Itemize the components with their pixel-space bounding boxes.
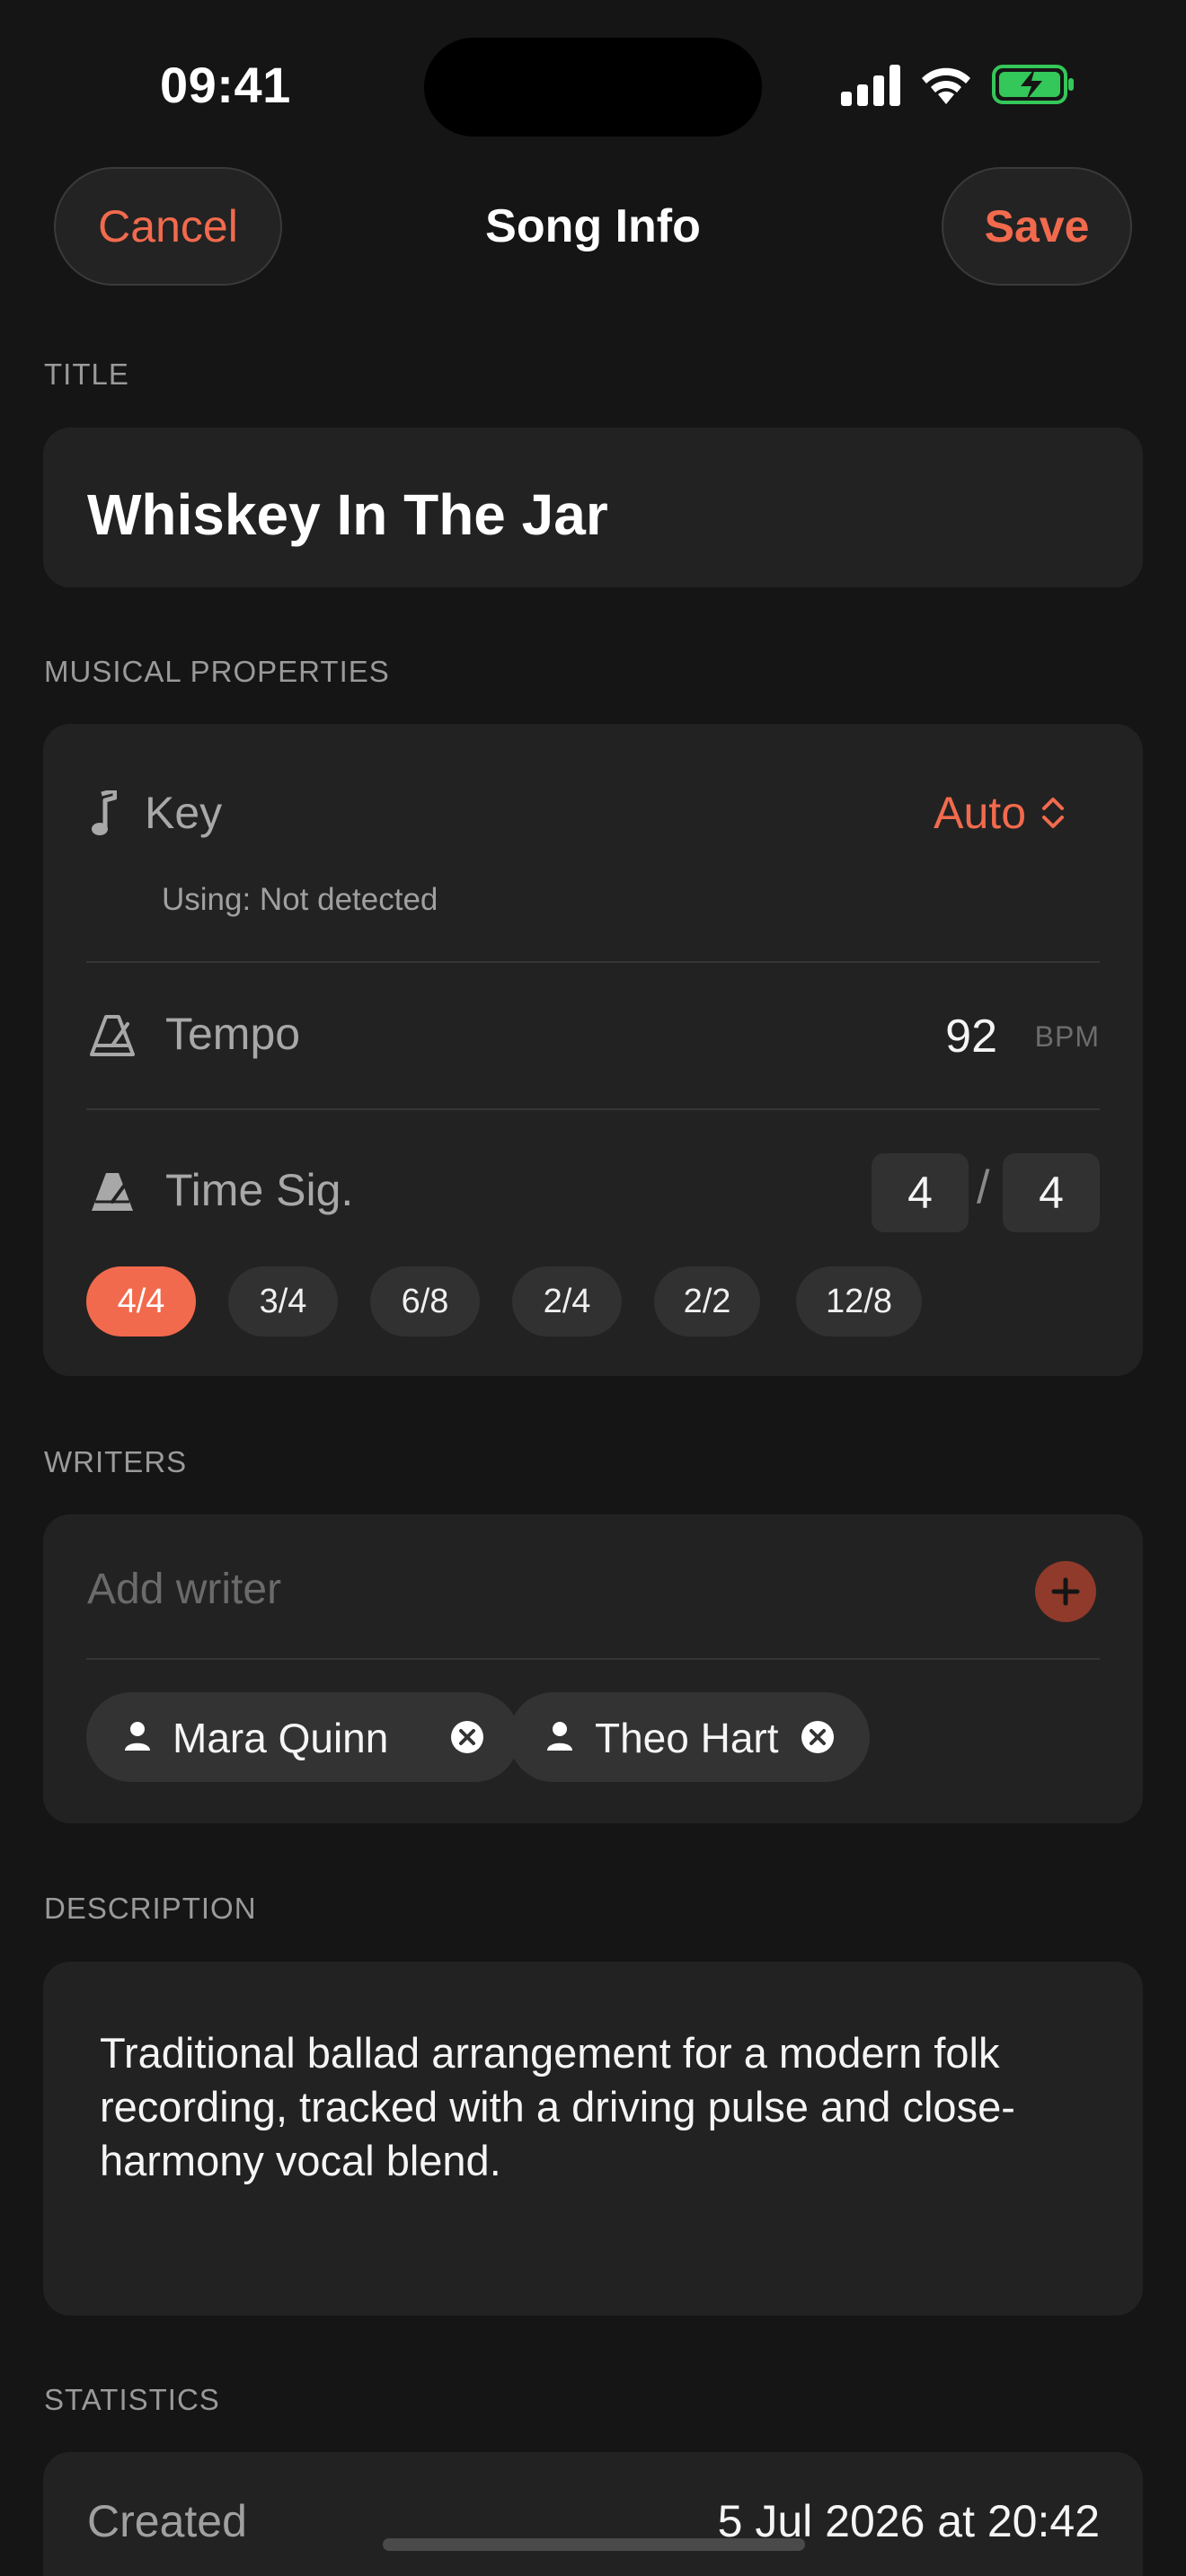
battery-charging-icon — [992, 65, 1074, 104]
tempo-label: Tempo — [165, 1009, 301, 1059]
remove-writer-icon[interactable] — [800, 1719, 836, 1755]
metronome-icon — [90, 1015, 135, 1056]
status-time: 09:41 — [160, 57, 291, 113]
description-field[interactable]: Traditional ballad arrangement for a mod… — [43, 1962, 1143, 2316]
writer-chip: Theo Hart — [509, 1692, 870, 1782]
tempo-value[interactable]: 92 — [945, 1010, 997, 1063]
time-signature-denominator[interactable]: 4 — [1003, 1153, 1100, 1232]
musical-properties-card: Key Auto Using: Not detected Tempo 92 BP… — [43, 724, 1143, 1376]
remove-writer-icon[interactable] — [449, 1719, 485, 1755]
time-signature-preset-2-4[interactable]: 2/4 — [512, 1266, 622, 1337]
divider — [86, 1108, 1100, 1110]
writer-name: Theo Hart — [595, 1715, 779, 1761]
person-icon — [547, 1722, 572, 1751]
add-writer-button[interactable] — [1035, 1561, 1096, 1622]
dynamic-island — [424, 38, 762, 137]
person-icon — [125, 1722, 150, 1751]
cellular-signal-icon — [841, 65, 902, 106]
writers-card: Add writer Mara Quinn Theo Hart — [43, 1514, 1143, 1823]
time-signature-label: Time Sig. — [165, 1165, 354, 1215]
created-label: Created — [87, 2496, 247, 2546]
time-signature-preset-4-4[interactable]: 4/4 — [86, 1266, 196, 1337]
chevron-up-down-icon — [1042, 798, 1064, 828]
save-button[interactable]: Save — [942, 167, 1132, 286]
divider — [86, 961, 1100, 963]
time-signature-slash: / — [977, 1161, 990, 1213]
time-signature-numerator[interactable]: 4 — [872, 1153, 969, 1232]
home-indicator[interactable] — [383, 2538, 805, 2551]
writer-name: Mara Quinn — [173, 1715, 389, 1761]
tempo-unit: BPM — [1034, 1020, 1100, 1053]
section-label-statistics: STATISTICS — [44, 2383, 220, 2416]
writer-chip: Mara Quinn — [86, 1692, 519, 1782]
wifi-icon — [922, 67, 970, 104]
time-signature-preset-12-8[interactable]: 12/8 — [796, 1266, 922, 1337]
song-info-screen: 09:41 Cancel Song Info Save TITLE Whiske… — [0, 0, 1186, 2576]
key-detection-status: Using: Not detected — [162, 882, 438, 917]
music-note-icon — [92, 790, 117, 835]
time-signature-preset-2-2[interactable]: 2/2 — [654, 1266, 760, 1337]
divider — [86, 1658, 1100, 1660]
add-writer-input[interactable]: Add writer — [87, 1565, 281, 1614]
section-label-title: TITLE — [44, 357, 129, 391]
key-picker-value: Auto — [934, 788, 1026, 838]
title-field[interactable]: Whiskey In The Jar — [43, 428, 1143, 587]
plus-icon — [1051, 1577, 1080, 1606]
section-label-description: DESCRIPTION — [44, 1892, 257, 1925]
metronome-filled-icon — [92, 1173, 133, 1211]
key-label: Key — [145, 788, 223, 838]
section-label-musical: MUSICAL PROPERTIES — [44, 655, 390, 688]
description-text[interactable]: Traditional ballad arrangement for a mod… — [100, 2026, 1088, 2188]
time-signature-preset-3-4[interactable]: 3/4 — [228, 1266, 338, 1337]
statistics-card: Created 5 Jul 2026 at 20:42 — [43, 2452, 1143, 2576]
section-label-writers: WRITERS — [44, 1445, 188, 1478]
song-title-value[interactable]: Whiskey In The Jar — [87, 481, 608, 548]
time-signature-preset-6-8[interactable]: 6/8 — [370, 1266, 480, 1337]
